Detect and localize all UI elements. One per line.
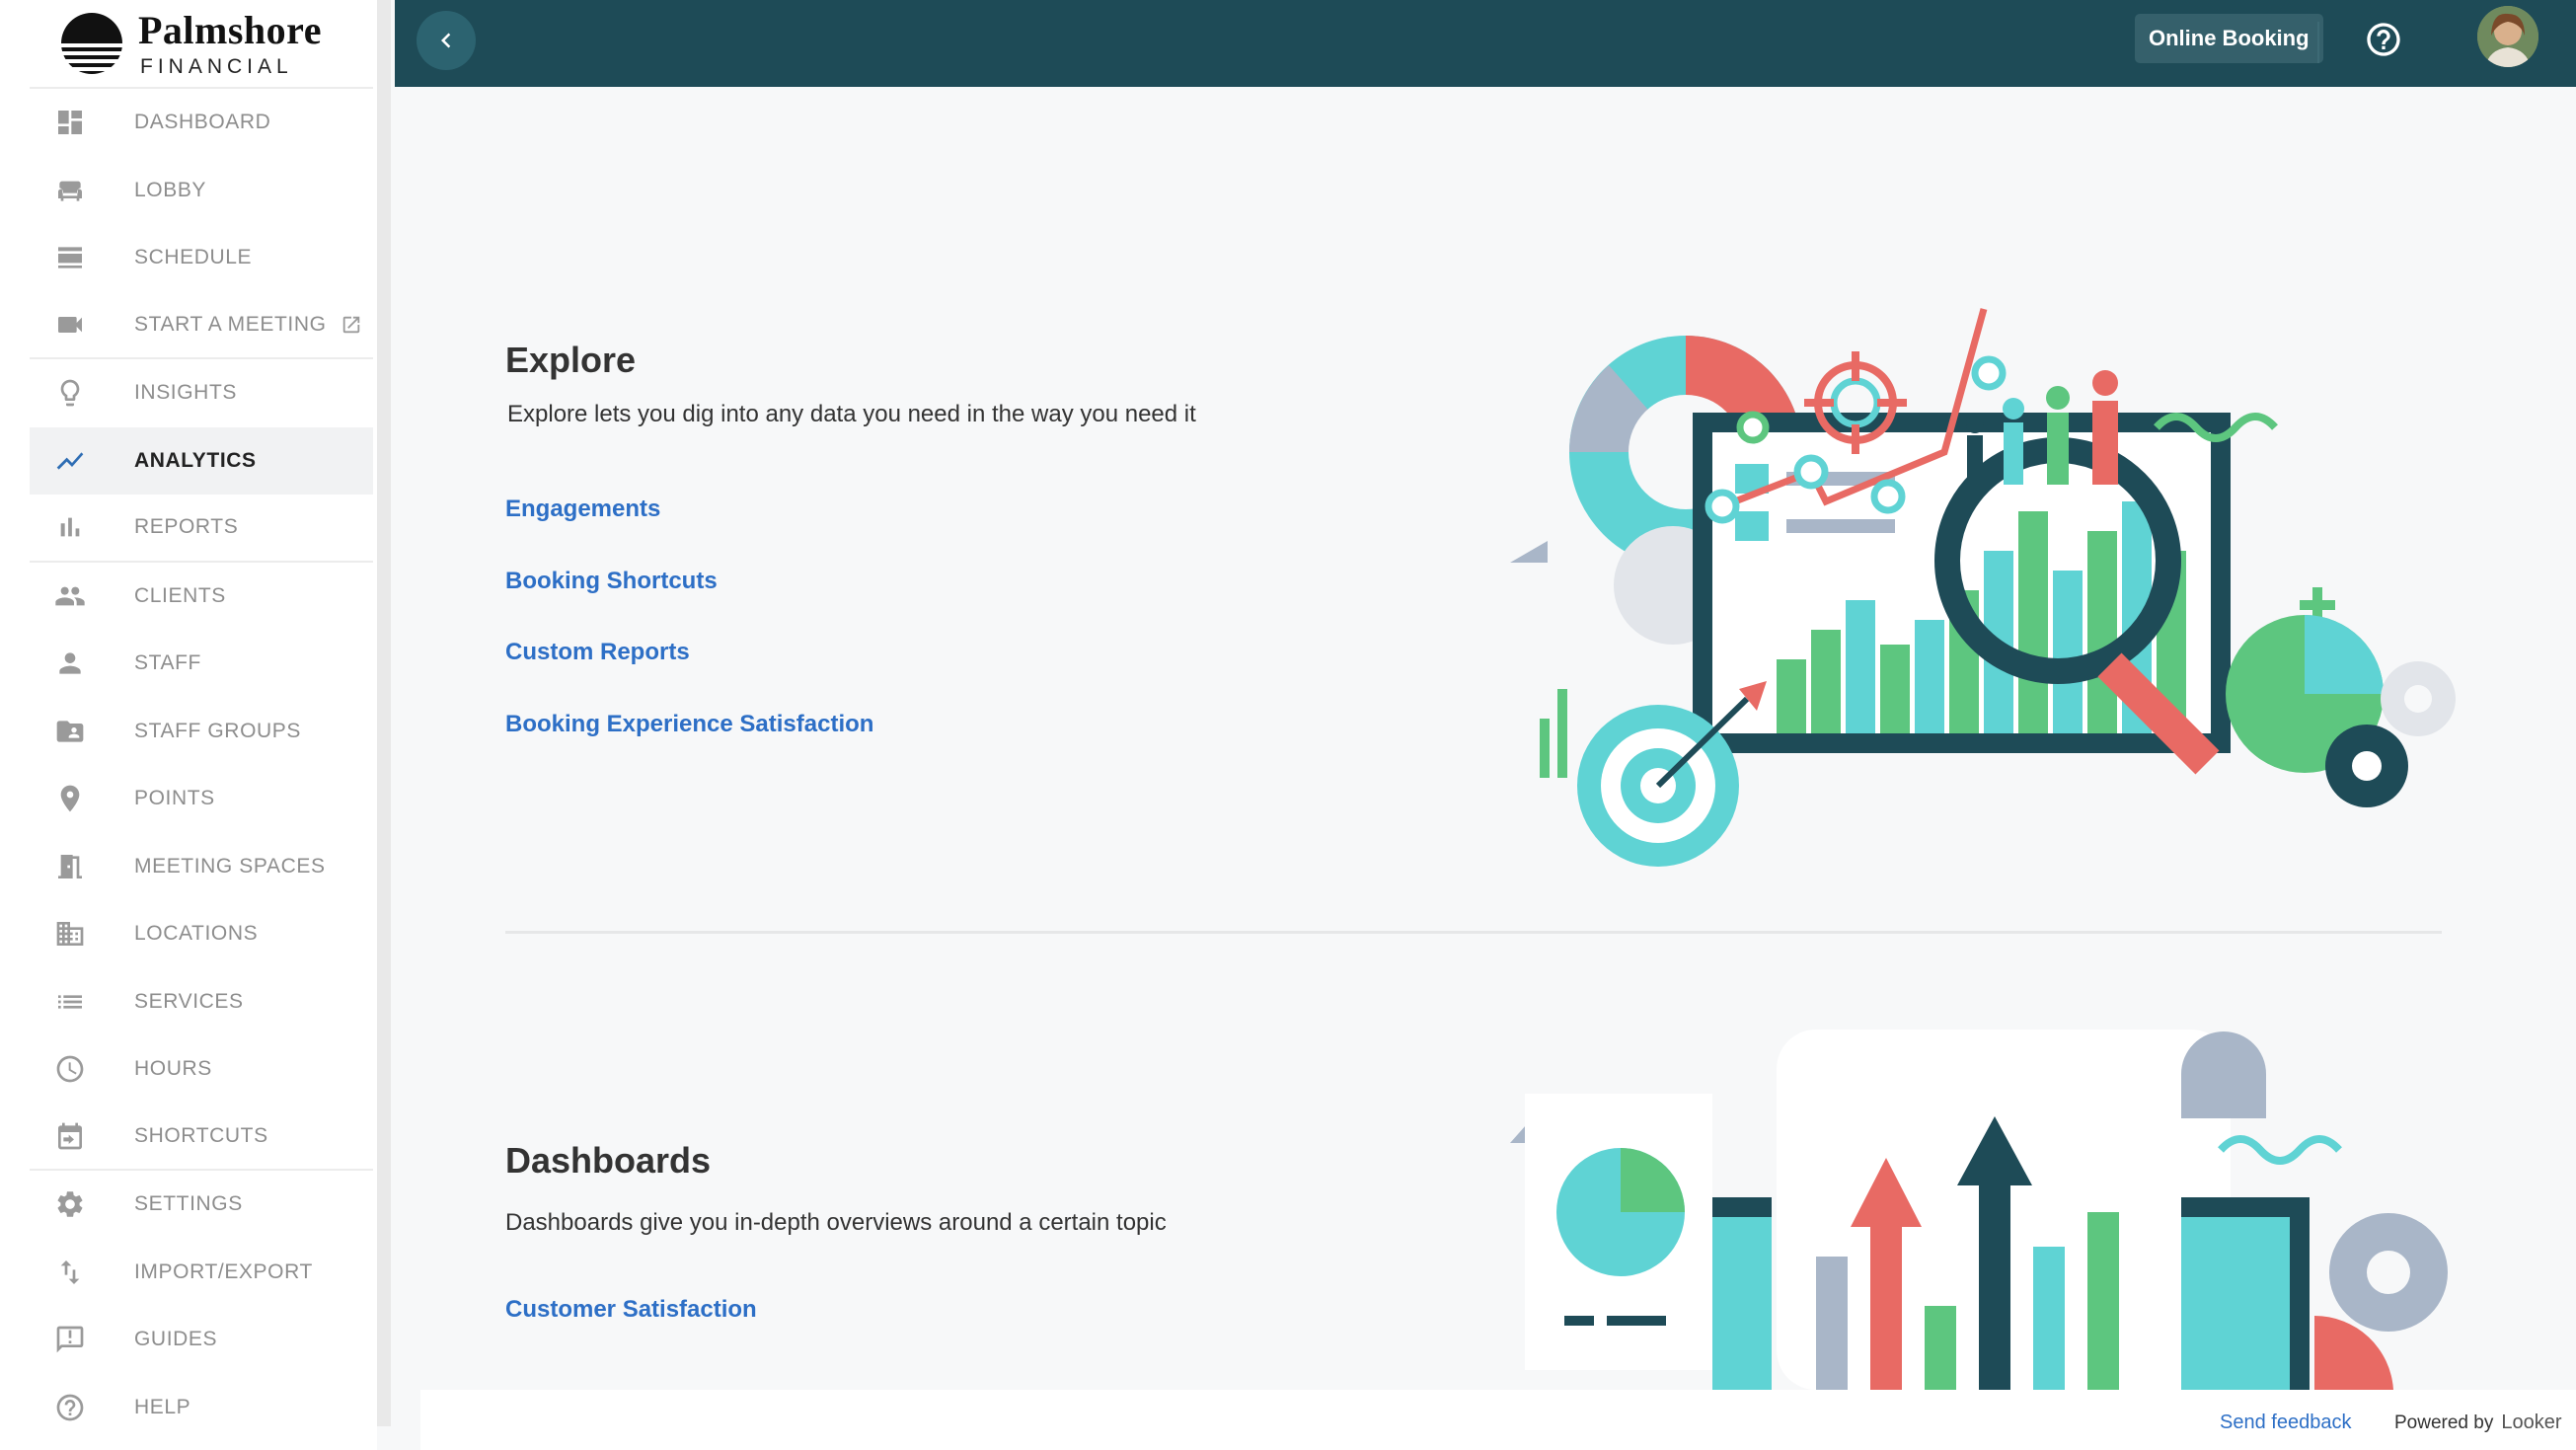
brand-subtitle: FINANCIAL (140, 54, 293, 78)
section-divider (505, 931, 2442, 934)
user-avatar[interactable] (2477, 6, 2538, 67)
sidebar-item-label: CLIENTS (134, 583, 226, 607)
group-folder-icon (53, 715, 87, 748)
sidebar-item-staff[interactable]: STAFF (30, 630, 373, 698)
people-icon (53, 579, 87, 613)
sidebar-item-label: GUIDES (134, 1328, 218, 1351)
sidebar-item-services[interactable]: SERVICES (30, 968, 373, 1036)
dashboard-icon (53, 106, 87, 139)
booking-shortcuts-link[interactable]: Booking Shortcuts (505, 568, 718, 595)
location-pin-icon (53, 782, 87, 815)
sidebar-item-hours[interactable]: HOURS (30, 1035, 373, 1104)
sidebar-item-guides[interactable]: GUIDES (30, 1306, 373, 1374)
online-booking-button[interactable]: Online Booking (2135, 14, 2323, 63)
sidebar-item-label: HOURS (134, 1057, 212, 1081)
topbar-divider (2317, 22, 2319, 63)
sidebar-item-schedule[interactable]: SCHEDULE (30, 224, 373, 292)
custom-reports-link[interactable]: Custom Reports (505, 639, 690, 666)
sidebar-item-label: START A MEETING (134, 312, 327, 336)
dashboards-title: Dashboards (505, 1140, 712, 1181)
footer-bar: Send feedback Powered by Looker (420, 1390, 2576, 1450)
explore-illustration (1510, 308, 2456, 867)
sidebar-item-label: HELP (134, 1395, 191, 1418)
help-circle-icon (53, 1391, 87, 1424)
sidebar-item-meeting-spaces[interactable]: MEETING SPACES (30, 833, 373, 901)
list-icon (53, 985, 87, 1019)
sidebar-item-label: DASHBOARD (134, 111, 271, 134)
sidebar-item-import-export[interactable]: IMPORT/EXPORT (30, 1239, 373, 1307)
sidebar-item-label: INSIGHTS (134, 381, 237, 405)
lightbulb-icon (53, 376, 87, 410)
sidebar-item-clients[interactable]: CLIENTS (30, 563, 373, 631)
sidebar-scrollbar[interactable] (377, 0, 391, 1426)
chevron-left-icon (441, 33, 451, 48)
palmshore-logo-icon (59, 13, 124, 74)
brand-logo[interactable]: Palmshore FINANCIAL (59, 4, 322, 83)
analytics-main: Explore Explore lets you dig into any da… (395, 87, 2576, 1450)
sidebar-item-label: SCHEDULE (134, 246, 253, 269)
collapse-sidebar-button[interactable] (417, 11, 476, 70)
sofa-icon (53, 174, 87, 207)
sidebar-item-label: SERVICES (134, 989, 244, 1013)
send-feedback-link[interactable]: Send feedback (2220, 1412, 2351, 1434)
sidebar: Palmshore FINANCIAL DASHBOARD LOBBY SCHE… (0, 0, 377, 1450)
explore-description: Explore lets you dig into any data you n… (507, 401, 1196, 427)
guide-icon (53, 1323, 87, 1356)
sidebar-item-label: STAFF (134, 651, 201, 675)
brand-name: Palmshore (138, 7, 322, 52)
sidebar-item-label: IMPORT/EXPORT (134, 1259, 313, 1283)
calendar-shortcut-icon (53, 1119, 87, 1153)
sidebar-item-label: STAFF GROUPS (134, 719, 301, 742)
sidebar-item-insights[interactable]: INSIGHTS (30, 359, 373, 427)
sidebar-item-locations[interactable]: LOCATIONS (30, 900, 373, 968)
building-icon (53, 917, 87, 951)
customer-satisfaction-link[interactable]: Customer Satisfaction (505, 1296, 757, 1324)
clock-icon (53, 1052, 87, 1086)
external-link-icon (341, 314, 362, 336)
sidebar-item-reports[interactable]: REPORTS (30, 495, 373, 563)
powered-by-label: Powered by (2394, 1412, 2494, 1433)
looker-logo: Looker (2501, 1412, 2562, 1433)
sidebar-item-start-meeting[interactable]: START A MEETING (30, 292, 373, 359)
engagements-link[interactable]: Engagements (505, 496, 660, 523)
sidebar-item-label: REPORTS (134, 515, 239, 539)
gear-icon (53, 1187, 87, 1221)
sidebar-item-lobby[interactable]: LOBBY (30, 157, 373, 225)
sidebar-item-help[interactable]: HELP (30, 1374, 373, 1442)
import-export-icon (53, 1256, 87, 1289)
sidebar-item-settings[interactable]: SETTINGS (30, 1171, 373, 1239)
sidebar-nav: DASHBOARD LOBBY SCHEDULE START A MEETING… (30, 87, 373, 1441)
video-camera-icon (53, 308, 87, 342)
door-icon (53, 850, 87, 883)
sidebar-item-points[interactable]: POINTS (30, 765, 373, 833)
sidebar-item-analytics[interactable]: ANALYTICS (30, 426, 373, 495)
sidebar-item-label: MEETING SPACES (134, 854, 326, 878)
sidebar-item-label: ANALYTICS (134, 448, 257, 472)
sidebar-item-label: SETTINGS (134, 1192, 243, 1216)
dashboards-description: Dashboards give you in-depth overviews a… (505, 1209, 1167, 1236)
help-button[interactable] (2364, 20, 2403, 59)
booking-experience-satisfaction-link[interactable]: Booking Experience Satisfaction (505, 711, 873, 738)
person-icon (53, 647, 87, 680)
top-bar: Online Booking (395, 0, 2576, 87)
sidebar-item-label: LOBBY (134, 178, 207, 201)
help-circle-icon (2367, 23, 2400, 56)
dashboards-illustration (1510, 1030, 2448, 1390)
explore-title: Explore (505, 340, 637, 380)
sidebar-item-dashboard[interactable]: DASHBOARD (30, 89, 373, 157)
bar-chart-icon (53, 510, 87, 544)
analytics-icon (53, 444, 87, 478)
sidebar-item-shortcuts[interactable]: SHORTCUTS (30, 1104, 373, 1171)
schedule-icon (53, 241, 87, 274)
sidebar-item-staff-groups[interactable]: STAFF GROUPS (30, 698, 373, 766)
powered-by: Powered by Looker (2394, 1412, 2562, 1434)
user-photo-icon (2477, 6, 2538, 67)
sidebar-item-label: POINTS (134, 787, 215, 810)
sidebar-item-label: SHORTCUTS (134, 1123, 268, 1147)
sidebar-item-label: LOCATIONS (134, 922, 259, 946)
